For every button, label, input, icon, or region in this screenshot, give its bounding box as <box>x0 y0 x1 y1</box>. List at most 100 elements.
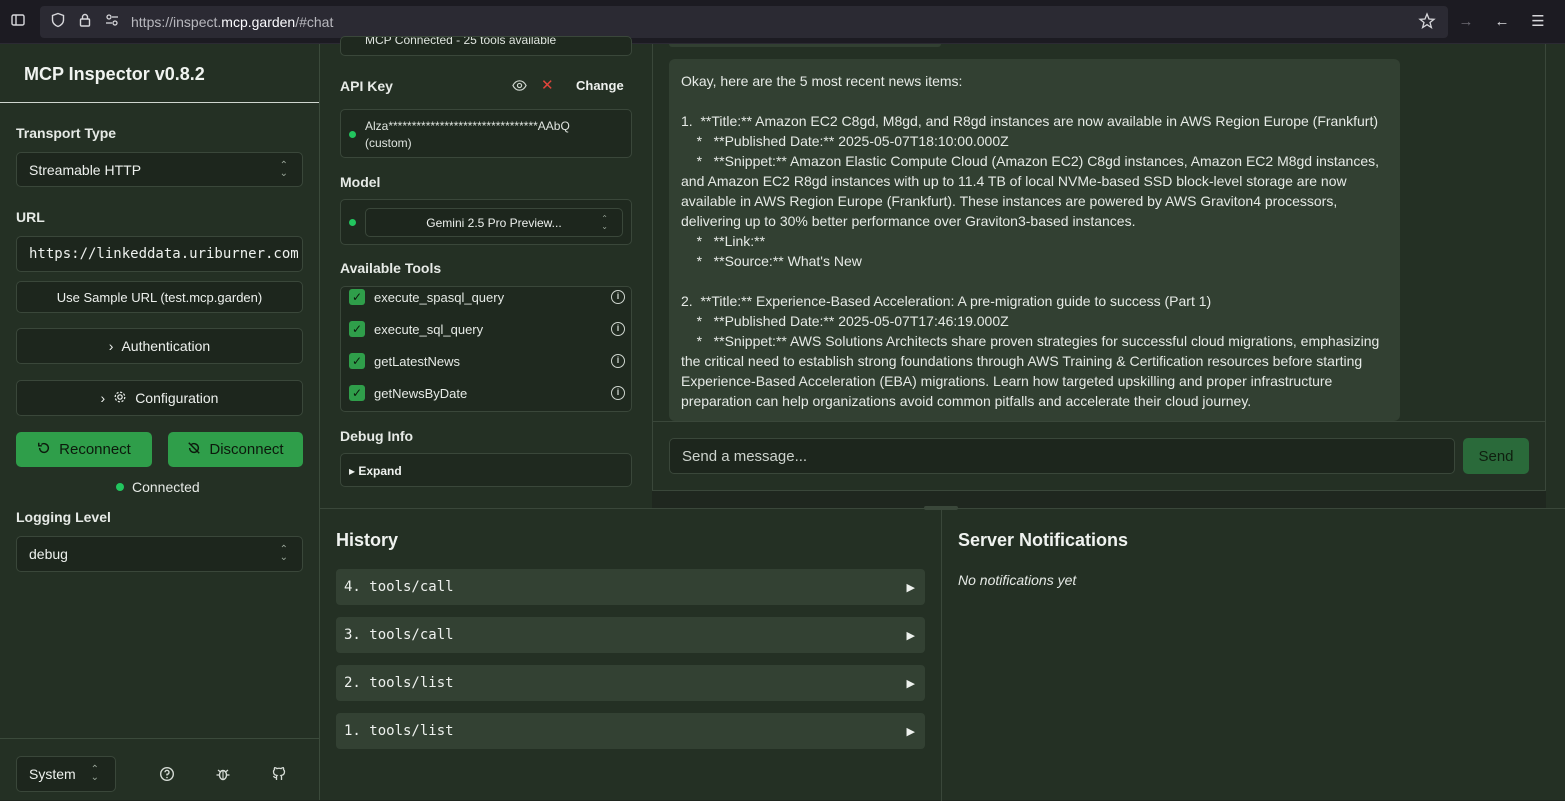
address-bar[interactable]: https://inspect.mcp.garden/#chat <box>40 6 1448 38</box>
connection-status: Connected <box>116 479 200 495</box>
tool-item[interactable]: ✓ execute_spasql_query i <box>349 287 625 308</box>
theme-value: System <box>29 766 76 782</box>
history-item[interactable]: 1. tools/list ▶ <box>336 713 925 749</box>
chevron-updown-icon: ⌃ ⌄ <box>601 213 608 231</box>
message-input[interactable]: Send a message... <box>669 438 1455 474</box>
sidebar: MCP Inspector v0.8.2 Transport Type Stre… <box>0 44 320 800</box>
clear-key-icon[interactable]: ✕ <box>541 76 554 94</box>
disconnect-button[interactable]: Disconnect <box>168 432 303 467</box>
history-item-label: 3. tools/call <box>344 627 454 643</box>
info-icon[interactable]: i <box>611 354 625 368</box>
chevron-updown-icon: ⌃ ⌄ <box>279 544 288 563</box>
permissions-icon[interactable] <box>102 12 122 32</box>
chevron-right-icon: › <box>108 338 114 354</box>
tool-item[interactable]: ✓ getNewsByDate i <box>349 382 625 404</box>
tool-item[interactable]: ✓ execute_sql_query i <box>349 318 625 340</box>
previous-message <box>669 44 941 47</box>
change-key-button[interactable]: Change <box>576 78 624 93</box>
bookmark-star-icon[interactable] <box>1417 12 1437 32</box>
status-dot <box>349 131 356 138</box>
menu-icon[interactable]: ☰ <box>1528 12 1548 32</box>
app-title: MCP Inspector v0.8.2 <box>24 64 205 84</box>
tool-name: execute_spasql_query <box>374 289 505 305</box>
url-input[interactable]: https://linkeddata.uriburner.com <box>16 236 303 272</box>
status-text: Connected <box>132 479 200 495</box>
url-text: https://inspect.mcp.garden/#chat <box>131 14 334 30</box>
bug-icon[interactable] <box>214 766 232 784</box>
use-sample-url-button[interactable]: Use Sample URL (test.mcp.garden) <box>16 281 303 313</box>
refresh-off-icon <box>187 441 201 459</box>
history-item[interactable]: 2. tools/list ▶ <box>336 665 925 701</box>
model-label: Model <box>340 174 381 190</box>
forward-icon[interactable]: → <box>1456 12 1476 32</box>
debug-label: Debug Info <box>340 428 414 444</box>
play-arrow-icon: ▶ <box>906 580 915 594</box>
browser-toolbar: https://inspect.mcp.garden/#chat → ← ☰ <box>0 0 1565 44</box>
api-key-value: Alza********************************AAbQ <box>365 119 570 133</box>
divider <box>0 738 319 739</box>
logging-select[interactable]: debug ⌃ ⌄ <box>16 536 303 572</box>
tool-name: getLatestNews <box>374 353 460 369</box>
history-item[interactable]: 3. tools/call ▶ <box>336 617 925 653</box>
model-value: Gemini 2.5 Pro Preview... <box>426 215 562 230</box>
history-item-label: 4. tools/call <box>344 579 454 595</box>
logging-label: Logging Level <box>16 509 111 525</box>
url-label: URL <box>16 209 45 225</box>
tools-list: ✓ execute_spasql_query i ✓ execute_sql_q… <box>340 286 632 412</box>
bottom-panels: History 4. tools/call ▶ 3. tools/call ▶ … <box>320 506 1565 801</box>
mcp-status-card: MCP Connected - 25 tools available <box>340 36 632 56</box>
authentication-label: Authentication <box>121 338 211 354</box>
checkbox-checked-icon[interactable]: ✓ <box>349 385 365 401</box>
sidebar-toggle-icon[interactable] <box>8 12 28 32</box>
transport-select[interactable]: Streamable HTTP ⌃ ⌄ <box>16 152 303 187</box>
mcp-status-text: MCP Connected - 25 tools available <box>365 36 557 47</box>
eye-icon[interactable] <box>512 78 527 98</box>
checkbox-checked-icon[interactable]: ✓ <box>349 321 365 337</box>
transport-label: Transport Type <box>16 125 117 141</box>
gear-icon <box>113 390 127 407</box>
github-icon[interactable] <box>270 766 288 784</box>
model-select[interactable]: Gemini 2.5 Pro Preview... ⌃ ⌄ <box>365 208 623 237</box>
play-arrow-icon: ▶ <box>906 628 915 642</box>
reconnect-button[interactable]: Reconnect <box>16 432 152 467</box>
chevron-updown-icon: ⌃ ⌄ <box>90 764 99 783</box>
debug-expand[interactable]: ▸ Expand <box>340 453 632 487</box>
tool-item[interactable]: ✓ getLatestNews i <box>349 350 625 372</box>
expand-label: ▸ Expand <box>349 464 402 478</box>
history-title: History <box>336 530 399 550</box>
history-item[interactable]: 4. tools/call ▶ <box>336 569 925 605</box>
authentication-button[interactable]: › Authentication <box>16 328 303 364</box>
status-dot <box>349 219 356 226</box>
tools-label: Available Tools <box>340 260 442 276</box>
checkbox-checked-icon[interactable]: ✓ <box>349 289 365 305</box>
back-icon[interactable]: ← <box>1492 12 1512 32</box>
info-icon[interactable]: i <box>611 322 625 336</box>
notifications-empty: No notifications yet <box>958 572 1077 588</box>
api-key-card: Alza********************************AAbQ… <box>340 109 632 158</box>
chat-gutter <box>1546 44 1565 508</box>
theme-select[interactable]: System ⌃ ⌄ <box>16 756 116 792</box>
logging-value: debug <box>29 546 68 562</box>
send-button[interactable]: Send <box>1463 438 1529 474</box>
disconnect-label: Disconnect <box>209 441 284 458</box>
lock-icon[interactable] <box>75 12 95 32</box>
chevron-right-icon: › <box>100 390 106 406</box>
configuration-button[interactable]: › Configuration <box>16 380 303 416</box>
info-icon[interactable]: i <box>611 290 625 304</box>
info-icon[interactable]: i <box>611 386 625 400</box>
shield-icon[interactable] <box>48 12 68 32</box>
notifications-title: Server Notifications <box>958 530 1129 550</box>
chat-panel: Okay, here are the 5 most recent news it… <box>652 44 1546 491</box>
divider <box>941 509 942 801</box>
chevron-updown-icon: ⌃ ⌄ <box>279 159 288 179</box>
play-arrow-icon: ▶ <box>906 724 915 738</box>
history-item-label: 1. tools/list <box>344 723 454 739</box>
reconnect-label: Reconnect <box>59 441 131 458</box>
help-icon[interactable] <box>158 766 176 784</box>
sample-url-label: Use Sample URL (test.mcp.garden) <box>56 289 263 305</box>
assistant-message: Okay, here are the 5 most recent news it… <box>669 59 1400 421</box>
checkbox-checked-icon[interactable]: ✓ <box>349 353 365 369</box>
refresh-icon <box>37 441 51 459</box>
model-card: Gemini 2.5 Pro Preview... ⌃ ⌄ <box>340 199 632 245</box>
url-value: https://linkeddata.uriburner.com <box>29 246 299 262</box>
